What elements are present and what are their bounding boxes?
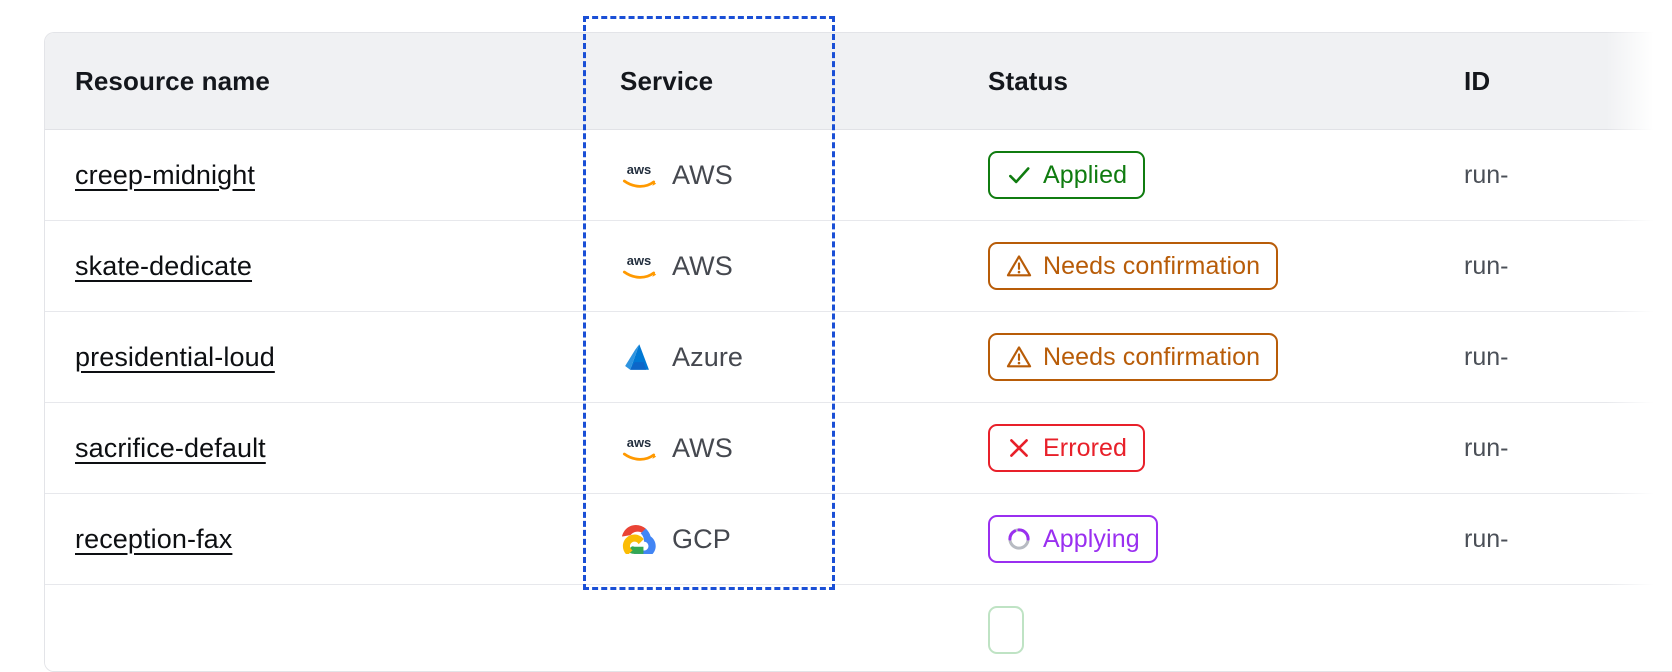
cell-status: Needs confirmation xyxy=(945,221,1415,312)
resource-name-link[interactable]: presidential-loud xyxy=(75,342,275,372)
screenshot-root: Resource name Service Status ID creep-mi… xyxy=(0,0,1672,652)
cell-status: Applying xyxy=(945,494,1415,585)
service-chip: GCP xyxy=(620,522,945,556)
gcp-logo-icon xyxy=(620,522,658,556)
table-row: creep-midnight aws AWS xyxy=(45,130,1672,221)
status-label: Applied xyxy=(1043,161,1127,190)
check-icon xyxy=(1006,162,1032,188)
azure-logo-icon xyxy=(620,340,658,374)
cell-service xyxy=(585,585,945,672)
aws-logo-icon: aws xyxy=(620,158,658,192)
column-header-id[interactable]: ID xyxy=(1415,33,1672,130)
status-label: Applying xyxy=(1043,525,1140,554)
cell-status: Errored xyxy=(945,403,1415,494)
table-row: skate-dedicate aws AWS xyxy=(45,221,1672,312)
column-header-resource-name[interactable]: Resource name xyxy=(45,33,585,130)
status-badge xyxy=(988,606,1024,654)
table-header: Resource name Service Status ID xyxy=(45,33,1672,130)
cell-status: Applied xyxy=(945,130,1415,221)
resources-table: Resource name Service Status ID creep-mi… xyxy=(45,33,1672,672)
status-label: Errored xyxy=(1043,434,1127,463)
status-badge: Applied xyxy=(988,151,1145,199)
status-label: Needs confirmation xyxy=(1043,343,1260,372)
resource-name-link[interactable]: sacrifice-default xyxy=(75,433,266,463)
service-label: AWS xyxy=(672,433,733,464)
aws-logo-icon: aws xyxy=(620,249,658,283)
resource-name-link[interactable]: creep-midnight xyxy=(75,160,255,190)
service-label: AWS xyxy=(672,160,733,191)
cell-id xyxy=(1415,585,1672,672)
resource-name-link[interactable]: skate-dedicate xyxy=(75,251,252,281)
service-chip: Azure xyxy=(620,340,945,374)
table-header-row: Resource name Service Status ID xyxy=(45,33,1672,130)
table-body: creep-midnight aws AWS xyxy=(45,130,1672,672)
status-badge: Errored xyxy=(988,424,1145,472)
column-header-service[interactable]: Service xyxy=(585,33,945,130)
svg-text:aws: aws xyxy=(627,253,651,268)
resources-table-card: Resource name Service Status ID creep-mi… xyxy=(44,32,1672,672)
table-row: reception-fax xyxy=(45,494,1672,585)
cell-service: aws AWS xyxy=(585,221,945,312)
cell-resource-name: skate-dedicate xyxy=(45,221,585,312)
table-row: presidential-loud Azure xyxy=(45,312,1672,403)
cell-status xyxy=(945,585,1415,672)
cell-resource-name: creep-midnight xyxy=(45,130,585,221)
table-row: sacrifice-default aws AWS xyxy=(45,403,1672,494)
svg-text:aws: aws xyxy=(627,162,651,177)
column-header-status[interactable]: Status xyxy=(945,33,1415,130)
svg-text:aws: aws xyxy=(627,435,651,450)
service-label: Azure xyxy=(672,342,743,373)
status-badge: Needs confirmation xyxy=(988,333,1278,381)
status-label: Needs confirmation xyxy=(1043,252,1260,281)
cell-service: GCP xyxy=(585,494,945,585)
resource-name-link[interactable]: reception-fax xyxy=(75,524,232,554)
service-label: AWS xyxy=(672,251,733,282)
service-chip: aws AWS xyxy=(620,431,945,465)
service-chip: aws AWS xyxy=(620,249,945,283)
cell-resource-name: sacrifice-default xyxy=(45,403,585,494)
service-chip: aws AWS xyxy=(620,158,945,192)
table-row xyxy=(45,585,1672,672)
spinner-icon xyxy=(1006,526,1032,552)
x-icon xyxy=(1006,435,1032,461)
cell-resource-name: reception-fax xyxy=(45,494,585,585)
cell-id: run- xyxy=(1415,221,1672,312)
cell-service: aws AWS xyxy=(585,403,945,494)
cell-resource-name xyxy=(45,585,585,672)
cell-resource-name: presidential-loud xyxy=(45,312,585,403)
cell-service: aws AWS xyxy=(585,130,945,221)
cell-status: Needs confirmation xyxy=(945,312,1415,403)
cell-id: run- xyxy=(1415,403,1672,494)
cell-service: Azure xyxy=(585,312,945,403)
warning-triangle-icon xyxy=(1006,344,1032,370)
service-label: GCP xyxy=(672,524,731,555)
cell-id: run- xyxy=(1415,494,1672,585)
cell-id: run- xyxy=(1415,312,1672,403)
status-badge: Applying xyxy=(988,515,1158,563)
warning-triangle-icon xyxy=(1006,253,1032,279)
aws-logo-icon: aws xyxy=(620,431,658,465)
status-badge: Needs confirmation xyxy=(988,242,1278,290)
cell-id: run- xyxy=(1415,130,1672,221)
